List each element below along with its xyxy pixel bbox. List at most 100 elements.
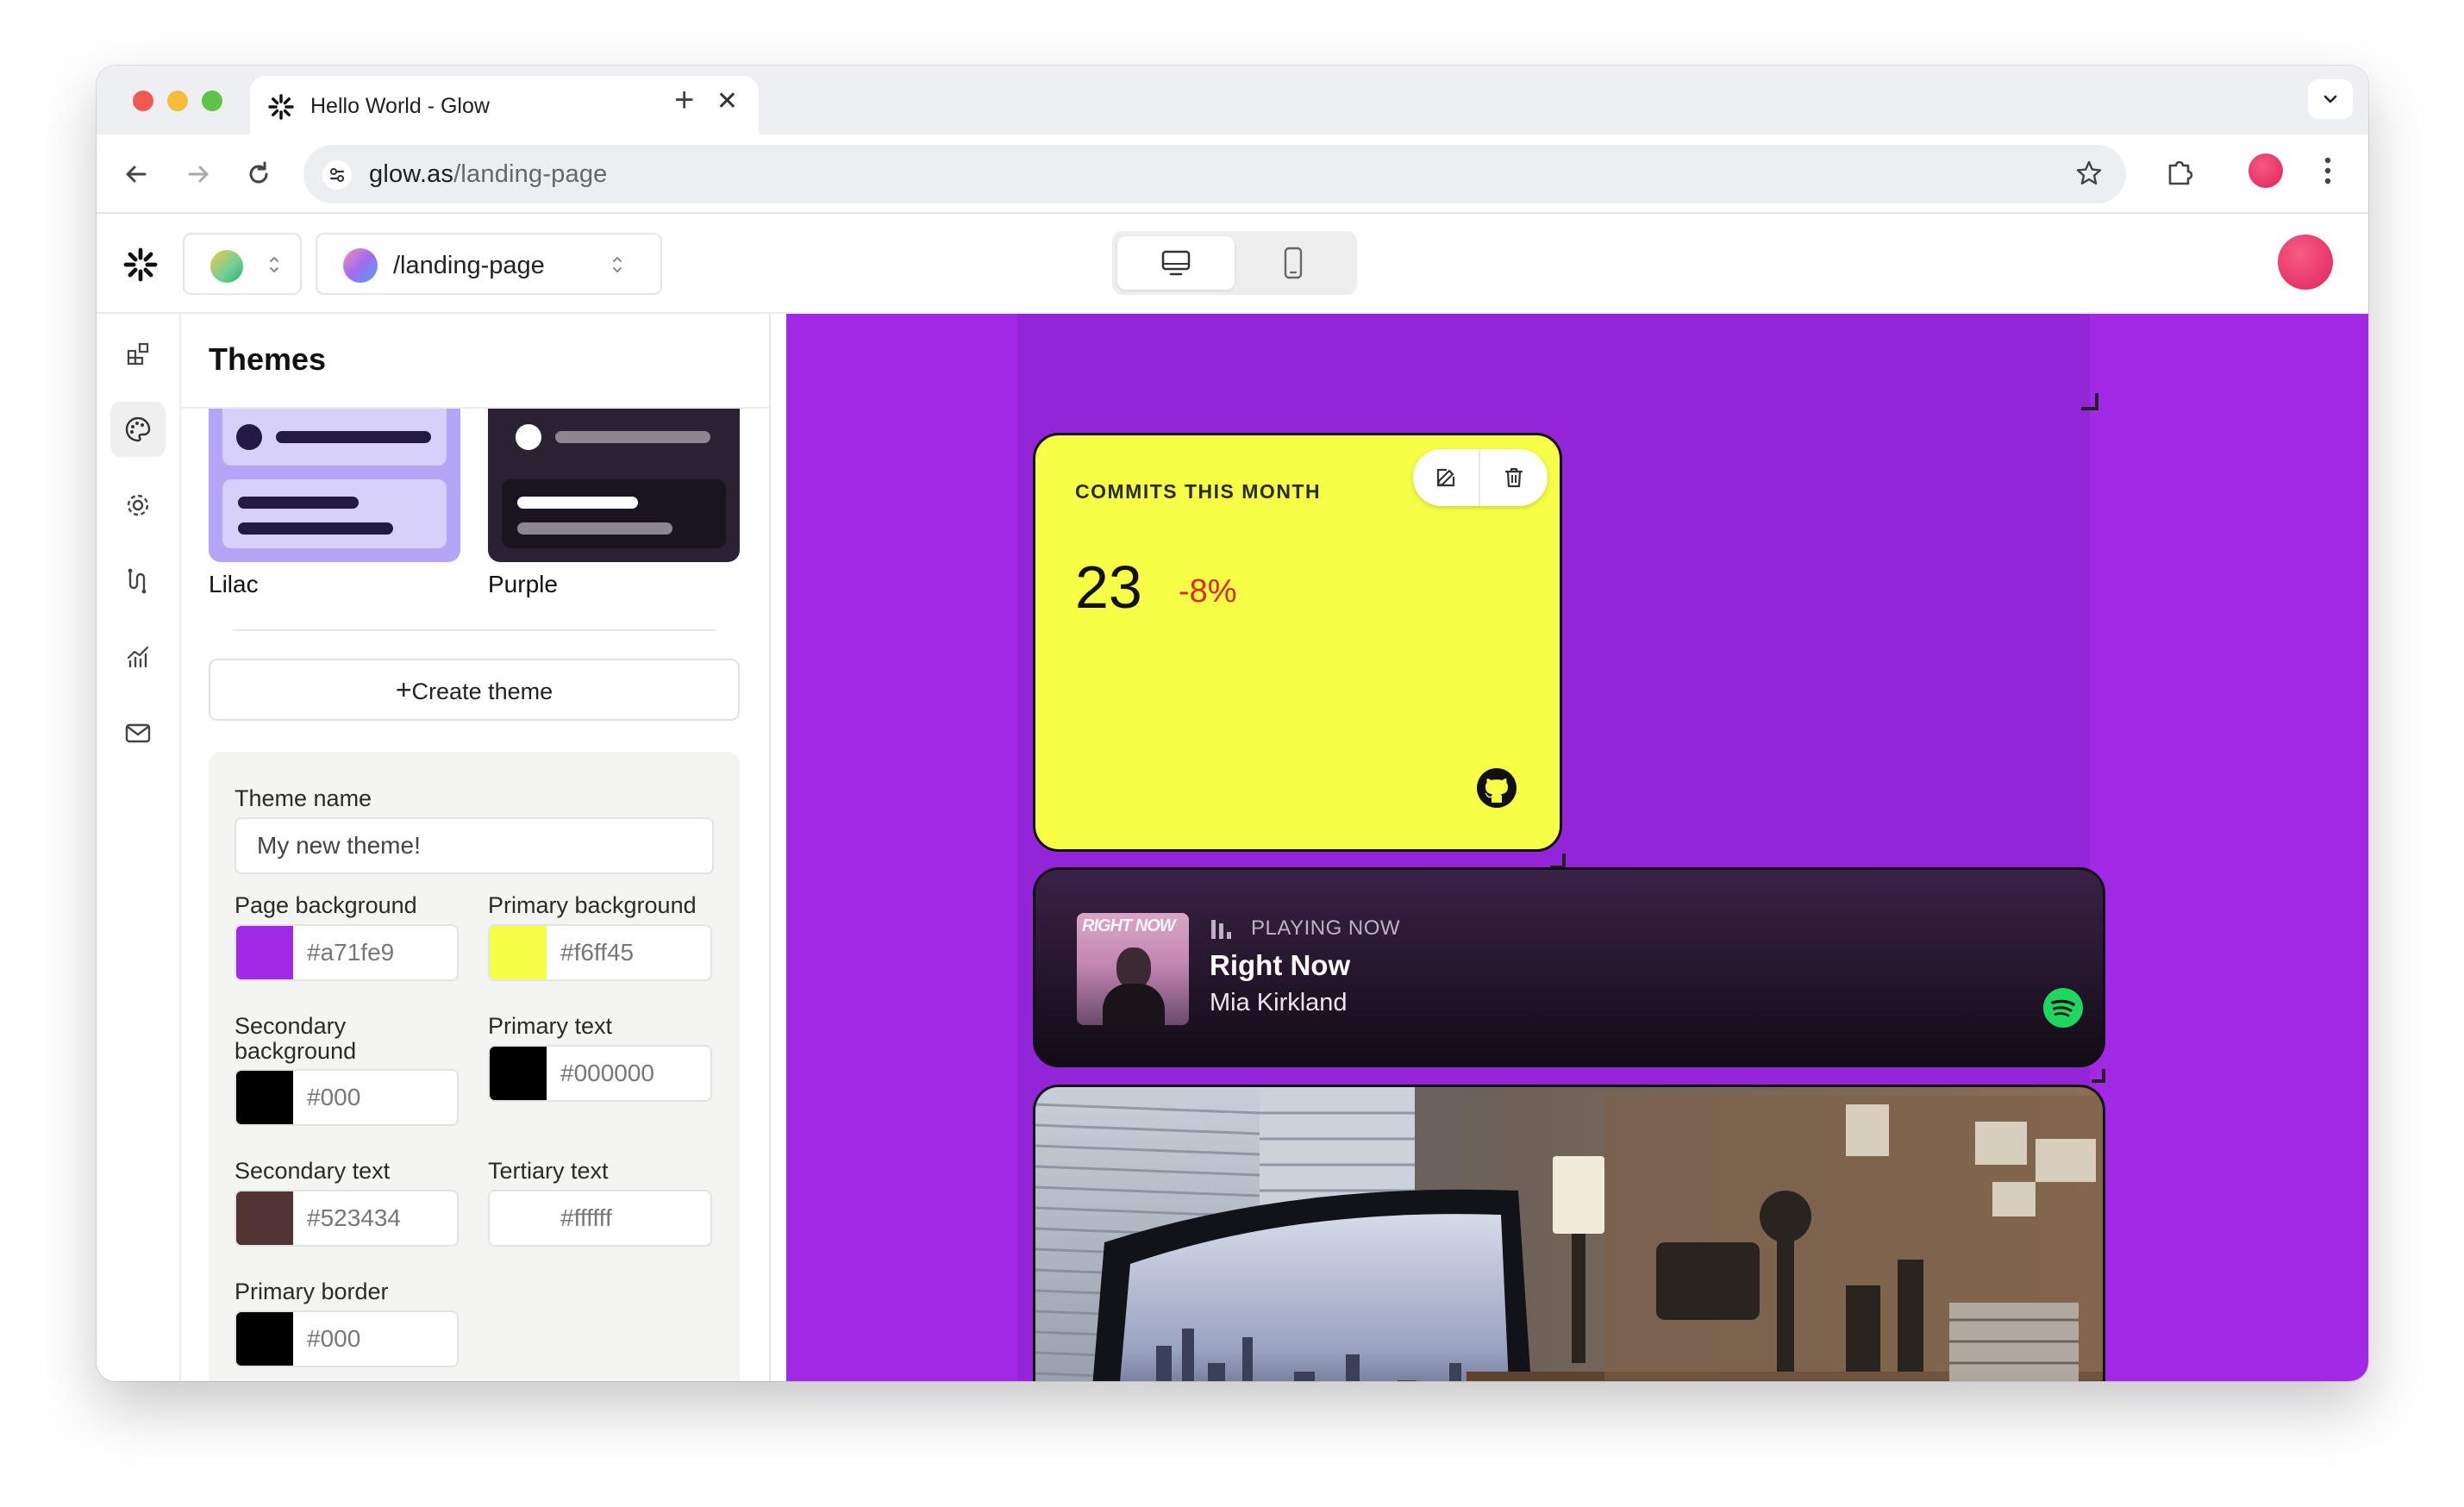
theme-preview-bar	[517, 497, 638, 509]
page-path-label: /landing-page	[393, 252, 545, 279]
field-label: Page background	[235, 892, 417, 918]
reload-icon[interactable]	[241, 157, 276, 191]
new-tab-button[interactable]: +	[674, 83, 694, 117]
updown-chevron-icon	[270, 257, 278, 272]
site-switcher[interactable]	[183, 233, 302, 295]
site-info-icon[interactable]	[322, 160, 352, 190]
zoom-window-button[interactable]	[202, 91, 222, 111]
page-switcher[interactable]: /landing-page	[316, 233, 662, 295]
album-title-text: RIGHT NOW	[1082, 916, 1176, 935]
commits-delta: -8%	[1179, 573, 1237, 610]
primary-border-field[interactable]: #000	[235, 1310, 459, 1367]
photo-card[interactable]	[1033, 1085, 2105, 1381]
resize-handle[interactable]	[2092, 1069, 2105, 1083]
device-toggle	[1112, 231, 1357, 295]
updown-chevron-icon	[613, 257, 622, 272]
commits-title: COMMITS THIS MONTH	[1075, 480, 1322, 503]
color-swatch[interactable]	[490, 926, 547, 979]
bookmark-star-icon[interactable]	[2074, 159, 2104, 188]
rail-analytics[interactable]	[110, 629, 166, 685]
mail-icon	[125, 723, 151, 743]
theme-card-lilac[interactable]	[209, 409, 460, 562]
field-label: Primary text	[488, 1013, 613, 1039]
hex-value: #000	[307, 1325, 361, 1352]
secondary-text-field[interactable]: #523434	[235, 1190, 459, 1247]
canvas-gutter	[771, 314, 786, 1381]
hex-value: #ffffff	[560, 1204, 612, 1231]
chevron-down-icon	[2323, 95, 2337, 103]
theme-form: Theme name My new theme! Page background…	[209, 752, 740, 1381]
settings-icon	[127, 494, 149, 516]
theme-card-purple[interactable]	[488, 409, 740, 562]
tertiary-text-field[interactable]: #ffffff	[488, 1190, 712, 1247]
edit-card-button[interactable]	[1413, 449, 1480, 506]
page-avatar	[343, 248, 378, 283]
primary-text-field[interactable]: #000000	[488, 1045, 712, 1102]
themes-panel: Themes Lilac Purple +Create theme Theme …	[181, 314, 771, 1381]
field-label: Secondary text	[235, 1158, 391, 1184]
primary-background-field[interactable]: #f6ff45	[488, 924, 712, 981]
song-title: Right Now	[1210, 949, 1351, 981]
close-window-button[interactable]	[133, 91, 153, 111]
card-tools	[1413, 449, 1548, 506]
page-background-field[interactable]: #a71fe9	[235, 924, 459, 981]
field-label: Secondary background	[235, 1013, 357, 1064]
rail-themes[interactable]	[110, 402, 166, 457]
now-playing-card[interactable]: RIGHT NOW PLAYING NOW Right Now Mia Kirk…	[1033, 867, 2105, 1067]
color-swatch[interactable]	[236, 926, 293, 979]
color-swatch[interactable]	[236, 1191, 293, 1245]
resize-handle[interactable]	[2081, 393, 2098, 410]
back-arrow-icon[interactable]	[119, 157, 153, 191]
tab-search-button[interactable]	[2308, 79, 2353, 119]
theme-preview-row	[502, 479, 726, 548]
browser-menu-icon[interactable]	[2323, 155, 2333, 186]
theme-preview-bar	[238, 497, 359, 509]
create-theme-button[interactable]: +Create theme	[209, 659, 740, 721]
album-figure	[1103, 984, 1165, 1025]
mobile-view-button[interactable]	[1235, 236, 1352, 290]
trash-icon	[1504, 467, 1523, 488]
rail-blocks[interactable]	[110, 326, 166, 381]
blocks-icon	[127, 342, 149, 366]
desktop-icon	[1161, 250, 1191, 276]
color-swatch[interactable]	[236, 1312, 293, 1366]
pencil-icon	[1436, 468, 1455, 487]
hex-value: #f6ff45	[560, 939, 635, 966]
song-artist: Mia Kirkland	[1210, 989, 1348, 1016]
user-avatar[interactable]	[2278, 234, 2333, 290]
color-swatch[interactable]	[490, 1191, 547, 1245]
equalizer-icon	[1211, 920, 1231, 939]
color-swatch[interactable]	[490, 1047, 547, 1100]
integrations-icon	[128, 568, 147, 594]
rail-settings[interactable]	[110, 478, 166, 533]
analytics-icon	[127, 646, 149, 668]
rail-integrations[interactable]	[110, 553, 166, 609]
desktop-view-button[interactable]	[1117, 236, 1235, 290]
glow-logo-icon[interactable]	[122, 247, 159, 283]
browser-profile-avatar[interactable]	[2248, 153, 2283, 188]
forward-arrow-icon[interactable]	[181, 157, 216, 191]
commits-card[interactable]: COMMITS THIS MONTH 23 -8%	[1033, 433, 1562, 852]
hex-value: #a71fe9	[307, 939, 395, 966]
field-label: Primary background	[488, 892, 697, 918]
address-bar[interactable]: glow.as/landing-page	[303, 145, 2126, 203]
secondary-background-field[interactable]: #000	[235, 1069, 459, 1126]
github-icon	[1477, 768, 1517, 808]
playing-status: PLAYING NOW	[1251, 916, 1401, 940]
browser-toolbar: glow.as/landing-page	[97, 134, 2368, 214]
theme-preview-bar	[276, 431, 431, 443]
tab-close-icon[interactable]: ✕	[716, 89, 738, 115]
theme-label-lilac: Lilac	[209, 571, 259, 597]
color-swatch[interactable]	[236, 1071, 293, 1124]
create-theme-label: Create theme	[411, 678, 553, 704]
delete-card-button[interactable]	[1480, 449, 1548, 506]
extensions-puzzle-icon[interactable]	[2164, 155, 2197, 188]
spotify-icon	[2043, 988, 2083, 1028]
theme-name-label: Theme name	[235, 785, 372, 811]
plus-icon: +	[395, 674, 412, 705]
theme-preview-dot	[516, 424, 541, 450]
rail-mail[interactable]	[110, 705, 166, 760]
section-divider	[233, 629, 716, 631]
theme-name-input[interactable]: My new theme!	[235, 817, 714, 874]
minimize-window-button[interactable]	[167, 91, 188, 111]
